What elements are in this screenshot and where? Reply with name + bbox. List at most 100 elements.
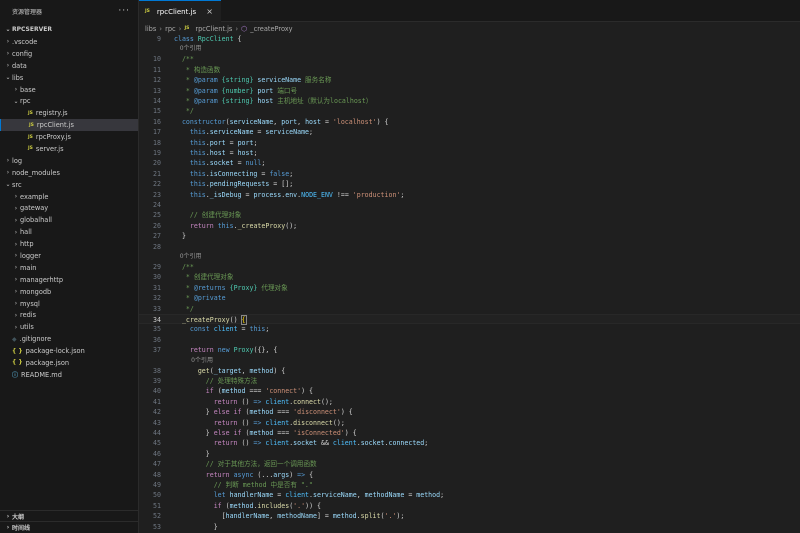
code-line[interactable]: 24 [139,200,800,210]
folder-item[interactable]: › utils [0,321,138,333]
folder-item[interactable]: › mysql [0,298,138,310]
code-line[interactable]: 25 // 创建代理对象 [139,210,800,220]
code-line[interactable]: 22 this.pendingRequests = []; [139,179,800,189]
code-line[interactable]: 41 return () => client.connect(); [139,397,800,407]
code-line[interactable]: 36 [139,335,800,345]
folder-item[interactable]: › redis [0,309,138,321]
code-token: client [265,418,290,427]
code-line[interactable]: 19 this.host = host; [139,148,800,158]
file-item[interactable]: JS rpcProxy.js [0,131,138,143]
code-line[interactable]: 44 } else if (method === 'isConnected') … [139,428,800,438]
code-line[interactable]: 31 * @returns {Proxy} 代理对象 [139,283,800,293]
folder-item[interactable]: › log [0,155,138,167]
close-icon[interactable]: × [206,7,213,16]
code-line[interactable]: 39 // 处理特殊方法 [139,376,800,386]
code-line[interactable]: 33 */ [139,304,800,314]
code-line[interactable]: 21 this.isConnecting = false; [139,169,800,179]
code-line[interactable]: 28 [139,242,800,252]
tree-item-label: hall [20,228,32,237]
tab-rpcclient[interactable]: JS rpcClient.js × [139,0,221,22]
code-line[interactable]: 40 if (method === 'connect') { [139,386,800,396]
codelens-references[interactable]: 0个引用 [174,356,213,366]
code-token: this [189,180,206,189]
code-line[interactable]: 46 } [139,449,800,459]
folder-item[interactable]: › http [0,238,138,250]
folder-item[interactable]: › mongodb [0,286,138,298]
file-item[interactable]: JS server.js [0,143,138,155]
codelens-references[interactable]: 0个引用 [174,252,202,262]
code-line[interactable]: 16 constructor(serviceName, port, host =… [139,117,800,127]
code-line[interactable]: 9 class RpcClient { [139,34,800,44]
code-line[interactable]: 43 return () => client.disconnect(); [139,418,800,428]
folder-item[interactable]: › managerhttp [0,274,138,286]
code-line[interactable]: 12 * @param {string} serviceName 服务名称 [139,75,800,85]
folder-item[interactable]: ⌄ libs [0,72,138,84]
code-line[interactable]: 23 this._isDebug = process.env.NODE_ENV … [139,190,800,200]
folder-item[interactable]: › hall [0,226,138,238]
file-item[interactable]: { } package-lock.json [0,345,138,357]
folder-item[interactable]: › node_modules [0,167,138,179]
code-line[interactable]: 34 _createProxy() { [139,314,800,325]
folder-item[interactable]: › data [0,60,138,72]
code-line[interactable]: 42 } else if (method === 'disconnect') { [139,407,800,417]
code-line[interactable]: 30 * 创建代理对象 [139,272,800,282]
code-line[interactable]: 26 return this._createProxy(); [139,221,800,231]
code-line[interactable]: 52 [handlerName, methodName] = method.sp… [139,511,800,521]
workspace-root[interactable]: ⌄ RPCSERVER [0,22,138,36]
code-line[interactable]: 38 get(_target, method) { [139,366,800,376]
code-line[interactable]: 11 * 构造函数 [139,65,800,75]
code-token: [ [174,512,226,521]
file-item[interactable]: ⓘ README.md [0,369,138,381]
code-token: this [189,128,206,137]
breadcrumb-item-file[interactable]: rpcClient.js [195,25,232,33]
folder-item[interactable]: › example [0,191,138,203]
file-item[interactable]: JS rpcClient.js [0,119,138,132]
file-item[interactable]: ◆ .gitignore [0,333,138,345]
code-line[interactable]: 15 */ [139,106,800,116]
folder-item[interactable]: › .vscode [0,36,138,48]
code-line[interactable]: 32 * @private [139,293,800,303]
code-line[interactable]: 51 if (method.includes('.')) { [139,501,800,511]
code-line[interactable]: 14 * @param {string} host 主机地址（默认为localh… [139,96,800,106]
folder-item[interactable]: ⌄ rpc [0,95,138,107]
code-line[interactable]: 20 this.socket = null; [139,158,800,168]
outline-section[interactable]: › 大纲 [0,510,138,521]
code-token: 服务名称 [301,76,332,85]
folder-item[interactable]: › main [0,262,138,274]
folder-item[interactable]: › base [0,84,138,96]
code-editor[interactable]: 9 class RpcClient { 0个引用 10 /** 11 * 构造函数 12… [139,34,800,533]
folder-item[interactable]: ⌄ src [0,179,138,191]
folder-item[interactable]: › config [0,48,138,60]
code-line[interactable]: 37 return new Proxy({}, { [139,345,800,355]
code-line[interactable]: 35 const client = this; [139,324,800,334]
code-line[interactable]: 50 let handlerName = client.serviceName,… [139,490,800,500]
chevron-right-icon: › [14,86,18,93]
breadcrumb-item-libs[interactable]: libs [145,25,156,33]
code-line[interactable]: 10 /** [139,54,800,64]
code-line[interactable]: 47 // 对于其他方法，返回一个调用函数 [139,459,800,469]
file-item[interactable]: JS registry.js [0,107,138,119]
code-line[interactable]: 27 } [139,231,800,241]
code-line[interactable]: 29 /** [139,262,800,272]
code-line[interactable]: 53 } [139,522,800,532]
folder-item[interactable]: › logger [0,250,138,262]
line-number: 14 [153,97,161,105]
folder-item[interactable]: › gateway [0,202,138,214]
tree-item-label: registry.js [35,109,68,118]
code-line[interactable]: 45 return () => client.socket && client.… [139,438,800,448]
codelens-references[interactable]: 0个引用 [174,44,202,54]
tree-item-label: globalhall [20,216,52,225]
code-line[interactable]: 18 this.port = port; [139,138,800,148]
breadcrumb-item-rpc[interactable]: rpc [165,25,176,33]
folder-item[interactable]: › globalhall [0,214,138,226]
code-line[interactable]: 13 * @param {number} port 端口号 [139,86,800,96]
code-line[interactable]: 17 this.serviceName = serviceName; [139,127,800,137]
file-item[interactable]: { } package.json [0,357,138,369]
timeline-section[interactable]: › 时间线 [0,521,138,532]
more-actions-icon[interactable]: ··· [118,6,130,16]
code-line[interactable]: 48 return async (...args) => { [139,470,800,480]
code-line[interactable]: 49 // 判断 method 中是否有 "." [139,480,800,490]
breadcrumb-item-symbol[interactable]: _createProxy [250,25,292,33]
